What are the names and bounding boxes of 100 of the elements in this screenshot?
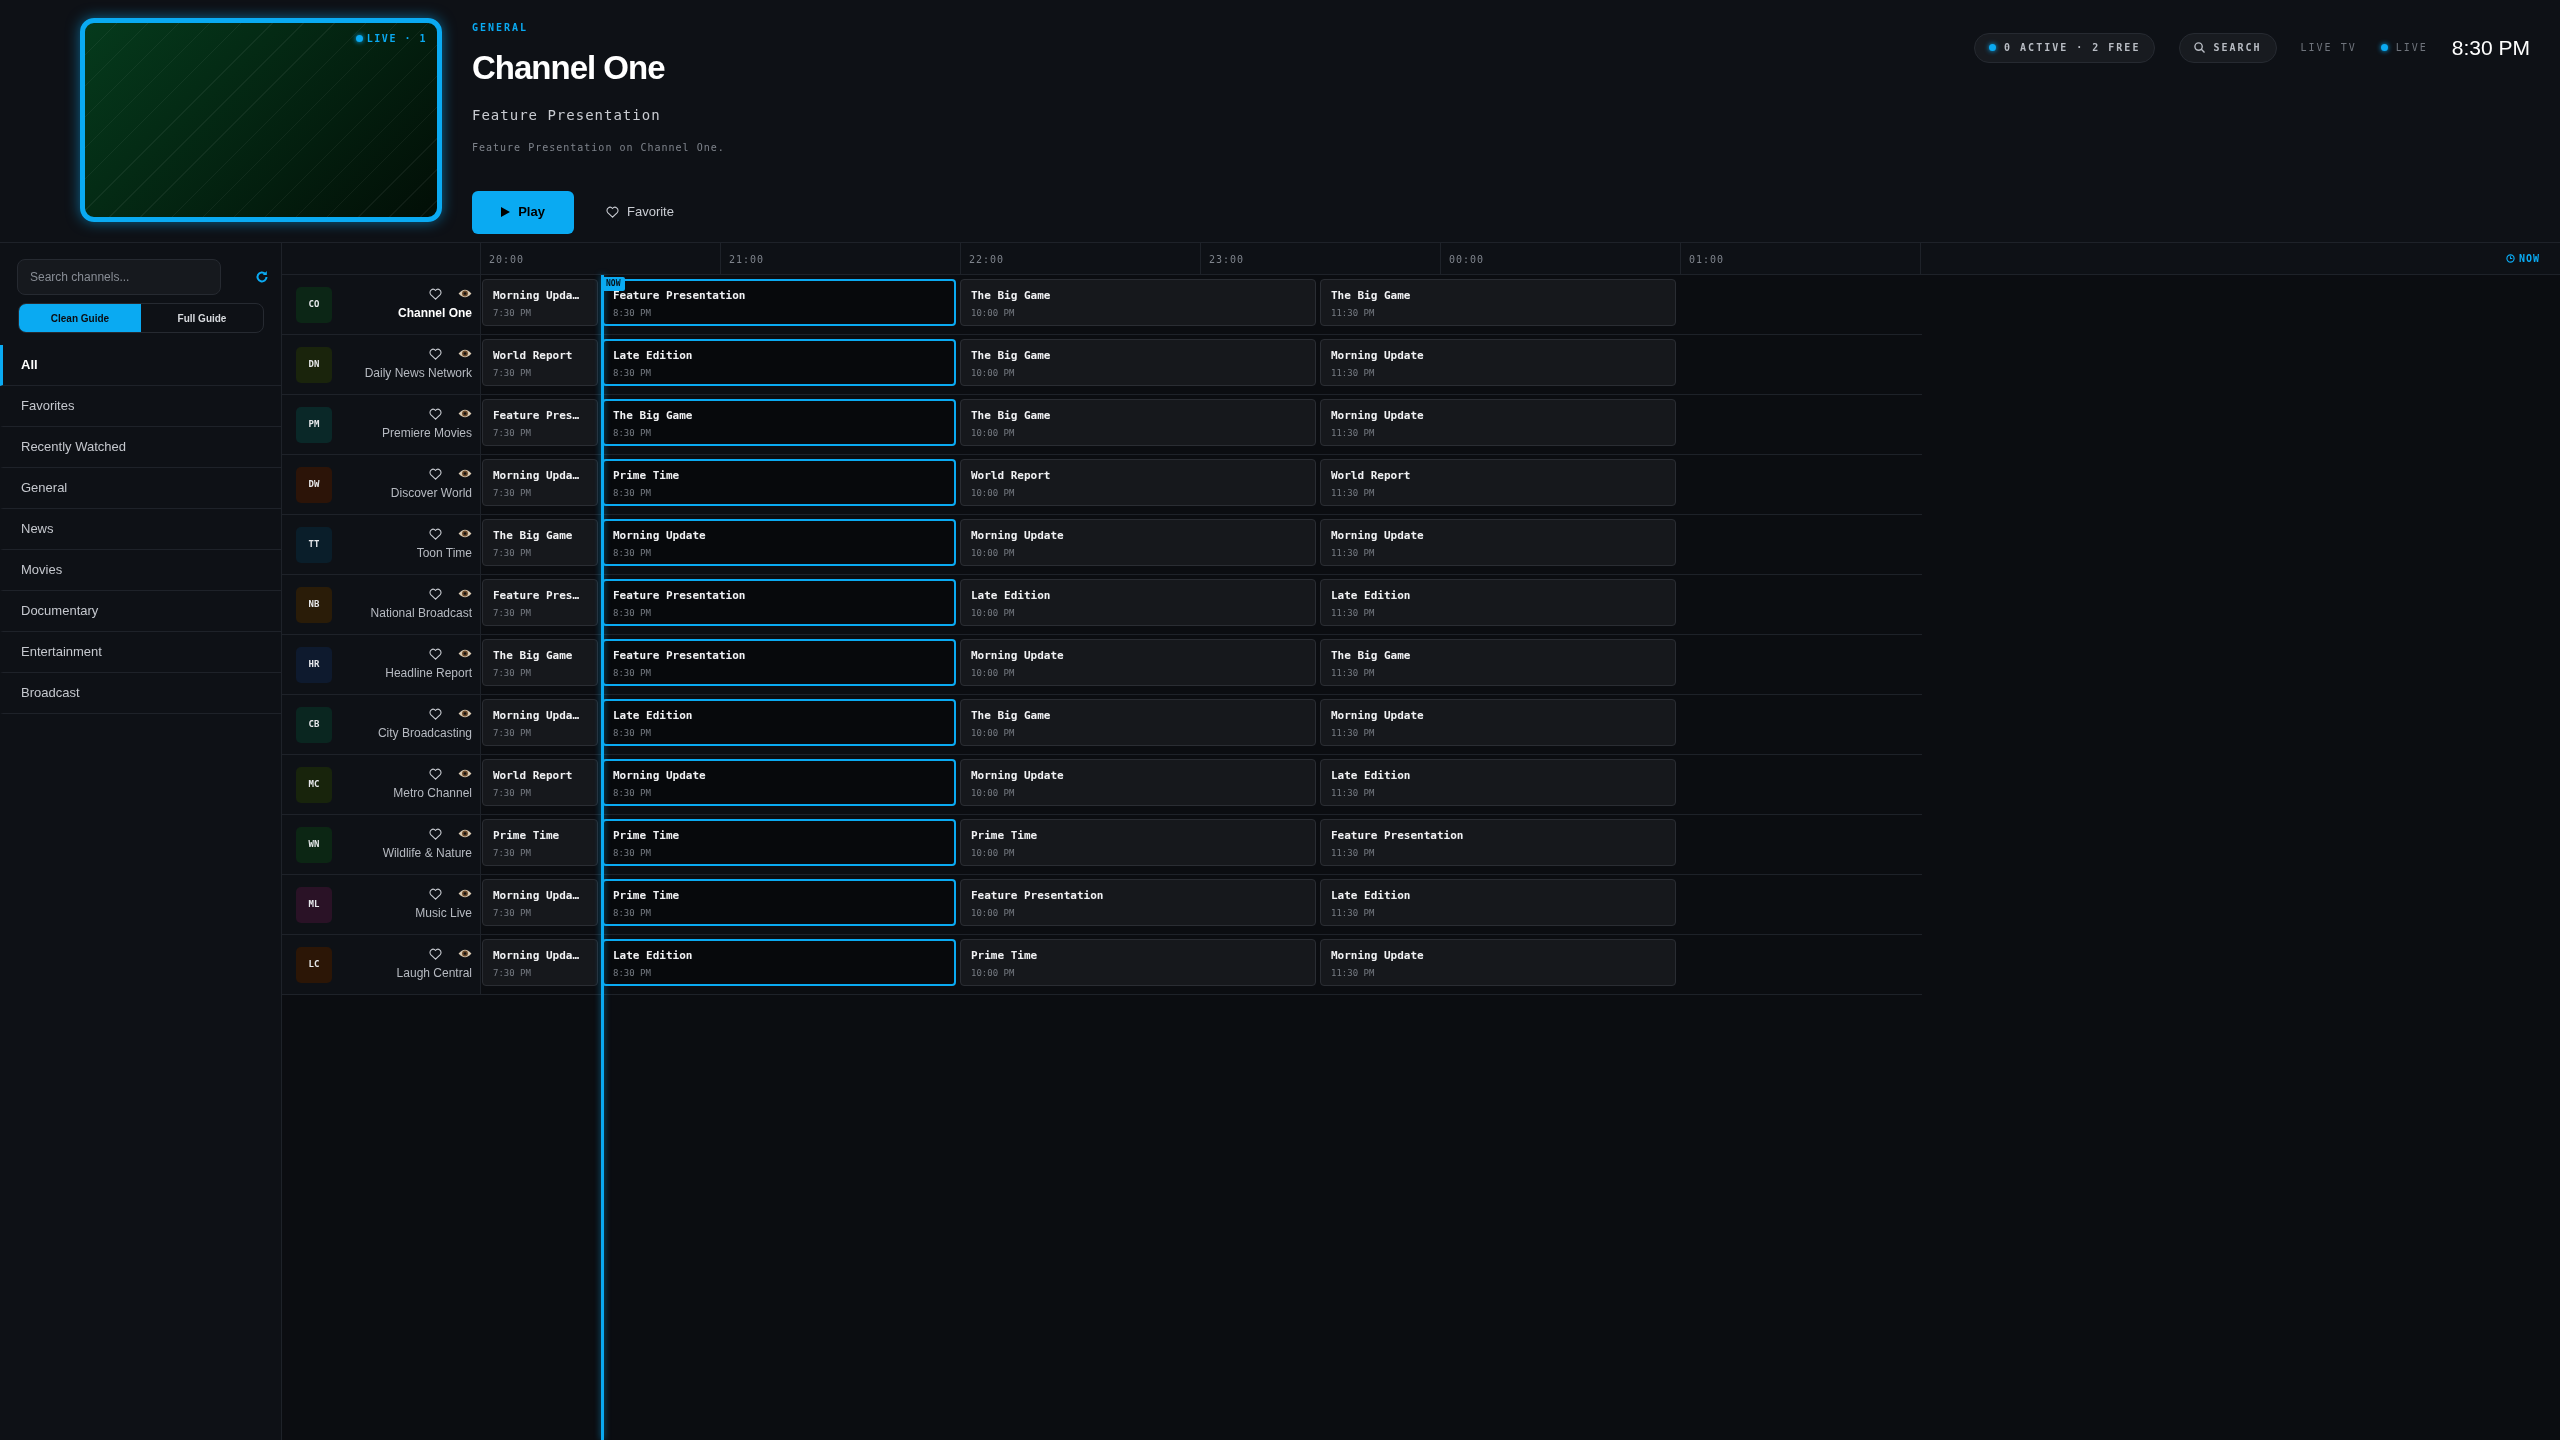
- channel-name[interactable]: Channel One: [398, 303, 472, 322]
- refresh-icon[interactable]: [255, 270, 269, 284]
- program-block[interactable]: World Report 7:30 PM: [482, 339, 598, 386]
- channel-name[interactable]: Premiere Movies: [381, 423, 472, 442]
- heart-icon[interactable]: [429, 347, 442, 360]
- search-field[interactable]: Search channels...: [17, 259, 221, 295]
- program-block[interactable]: Prime Time 10:00 PM: [960, 939, 1316, 986]
- eye-icon[interactable]: [458, 768, 472, 779]
- program-block[interactable]: Morning Update 10:00 PM: [960, 759, 1316, 806]
- channel-name[interactable]: Daily News Network: [364, 363, 472, 382]
- program-block[interactable]: Morning Upda… 7:30 PM: [482, 459, 598, 506]
- program-block[interactable]: Morning Update 8:30 PM: [602, 519, 956, 566]
- program-block[interactable]: Prime Time 8:30 PM: [602, 459, 956, 506]
- category-item[interactable]: Broadcast: [0, 673, 281, 714]
- category-item[interactable]: Favorites: [0, 386, 281, 427]
- channel-name[interactable]: Laugh Central: [396, 963, 472, 982]
- channel-name[interactable]: National Broadcast: [370, 603, 472, 622]
- program-block[interactable]: Late Edition 10:00 PM: [960, 579, 1316, 626]
- program-block[interactable]: Morning Update 11:30 PM: [1320, 939, 1676, 986]
- program-block[interactable]: Feature Presentation 10:00 PM: [960, 879, 1316, 926]
- now-button[interactable]: NOW: [2499, 243, 2546, 274]
- program-block[interactable]: The Big Game 10:00 PM: [960, 279, 1316, 326]
- heart-icon[interactable]: [429, 587, 442, 600]
- program-block[interactable]: The Big Game 11:30 PM: [1320, 279, 1676, 326]
- program-block[interactable]: Morning Upda… 7:30 PM: [482, 879, 598, 926]
- program-block[interactable]: Morning Update 10:00 PM: [960, 519, 1316, 566]
- program-block[interactable]: Prime Time 8:30 PM: [602, 879, 956, 926]
- program-block[interactable]: World Report 11:30 PM: [1320, 459, 1676, 506]
- video-preview[interactable]: LIVE · 1: [80, 18, 442, 222]
- program-block[interactable]: Late Edition 11:30 PM: [1320, 879, 1676, 926]
- heart-icon[interactable]: [429, 707, 442, 720]
- eye-icon[interactable]: [458, 888, 472, 899]
- heart-icon[interactable]: [429, 947, 442, 960]
- program-block[interactable]: The Big Game 7:30 PM: [482, 519, 598, 566]
- eye-icon[interactable]: [458, 588, 472, 599]
- program-block[interactable]: Prime Time 7:30 PM: [482, 819, 598, 866]
- program-block[interactable]: Morning Update 11:30 PM: [1320, 399, 1676, 446]
- category-item[interactable]: General: [0, 468, 281, 509]
- program-block[interactable]: Morning Upda… 7:30 PM: [482, 279, 598, 326]
- eye-icon[interactable]: [458, 288, 472, 299]
- guide-mode-tab[interactable]: Clean Guide: [19, 304, 141, 332]
- program-block[interactable]: World Report 10:00 PM: [960, 459, 1316, 506]
- favorite-button[interactable]: Favorite: [600, 190, 680, 234]
- program-block[interactable]: The Big Game 11:30 PM: [1320, 639, 1676, 686]
- channel-name[interactable]: City Broadcasting: [377, 723, 472, 742]
- program-block[interactable]: Feature Pres… 7:30 PM: [482, 399, 598, 446]
- program-block[interactable]: Morning Update 11:30 PM: [1320, 519, 1676, 566]
- program-block[interactable]: The Big Game 10:00 PM: [960, 399, 1316, 446]
- category-item[interactable]: News: [0, 509, 281, 550]
- program-block[interactable]: Prime Time 8:30 PM: [602, 819, 956, 866]
- channel-name[interactable]: Discover World: [390, 483, 472, 502]
- category-item[interactable]: Recently Watched: [0, 427, 281, 468]
- program-block[interactable]: Feature Pres… 7:30 PM: [482, 579, 598, 626]
- eye-icon[interactable]: [458, 828, 472, 839]
- program-block[interactable]: Morning Update 11:30 PM: [1320, 699, 1676, 746]
- program-block[interactable]: The Big Game 10:00 PM: [960, 339, 1316, 386]
- channel-name[interactable]: Music Live: [415, 903, 472, 922]
- heart-icon[interactable]: [429, 407, 442, 420]
- program-block[interactable]: Late Edition 11:30 PM: [1320, 579, 1676, 626]
- program-block[interactable]: The Big Game 10:00 PM: [960, 699, 1316, 746]
- heart-icon[interactable]: [429, 827, 442, 840]
- heart-icon[interactable]: [429, 287, 442, 300]
- eye-icon[interactable]: [458, 648, 472, 659]
- category-item[interactable]: Movies: [0, 550, 281, 591]
- search-button[interactable]: SEARCH: [2179, 32, 2277, 63]
- program-block[interactable]: World Report 7:30 PM: [482, 759, 598, 806]
- program-block[interactable]: The Big Game 7:30 PM: [482, 639, 598, 686]
- channel-name[interactable]: Wildlife & Nature: [382, 843, 472, 862]
- eye-icon[interactable]: [458, 708, 472, 719]
- eye-icon[interactable]: [458, 948, 472, 959]
- program-block[interactable]: Morning Upda… 7:30 PM: [482, 699, 598, 746]
- program-block[interactable]: Prime Time 10:00 PM: [960, 819, 1316, 866]
- channel-name[interactable]: Metro Channel: [393, 783, 472, 802]
- program-block[interactable]: Feature Presentation 8:30 PM: [602, 639, 956, 686]
- program-block[interactable]: The Big Game 8:30 PM: [602, 399, 956, 446]
- guide-mode-tab[interactable]: Full Guide: [141, 304, 263, 332]
- program-block[interactable]: Morning Update 10:00 PM: [960, 639, 1316, 686]
- heart-icon[interactable]: [429, 767, 442, 780]
- program-block[interactable]: Morning Upda… 7:30 PM: [482, 939, 598, 986]
- play-button[interactable]: Play: [472, 190, 574, 234]
- program-block[interactable]: Feature Presentation 11:30 PM: [1320, 819, 1676, 866]
- program-block[interactable]: Late Edition 11:30 PM: [1320, 759, 1676, 806]
- category-item[interactable]: Entertainment: [0, 632, 281, 673]
- program-block[interactable]: Morning Update 11:30 PM: [1320, 339, 1676, 386]
- program-block[interactable]: Late Edition 8:30 PM: [602, 939, 956, 986]
- heart-icon[interactable]: [429, 467, 442, 480]
- program-block[interactable]: Late Edition 8:30 PM: [602, 339, 956, 386]
- category-item[interactable]: Documentary: [0, 591, 281, 632]
- channel-name[interactable]: Headline Report: [385, 663, 472, 682]
- eye-icon[interactable]: [458, 528, 472, 539]
- program-block[interactable]: Feature Presentation 8:30 PM: [602, 579, 956, 626]
- eye-icon[interactable]: [458, 348, 472, 359]
- heart-icon[interactable]: [429, 527, 442, 540]
- eye-icon[interactable]: [458, 408, 472, 419]
- eye-icon[interactable]: [458, 468, 472, 479]
- heart-icon[interactable]: [429, 887, 442, 900]
- program-block[interactable]: Morning Update 8:30 PM: [602, 759, 956, 806]
- program-block[interactable]: Late Edition 8:30 PM: [602, 699, 956, 746]
- heart-icon[interactable]: [429, 647, 442, 660]
- channel-name[interactable]: Toon Time: [416, 543, 472, 562]
